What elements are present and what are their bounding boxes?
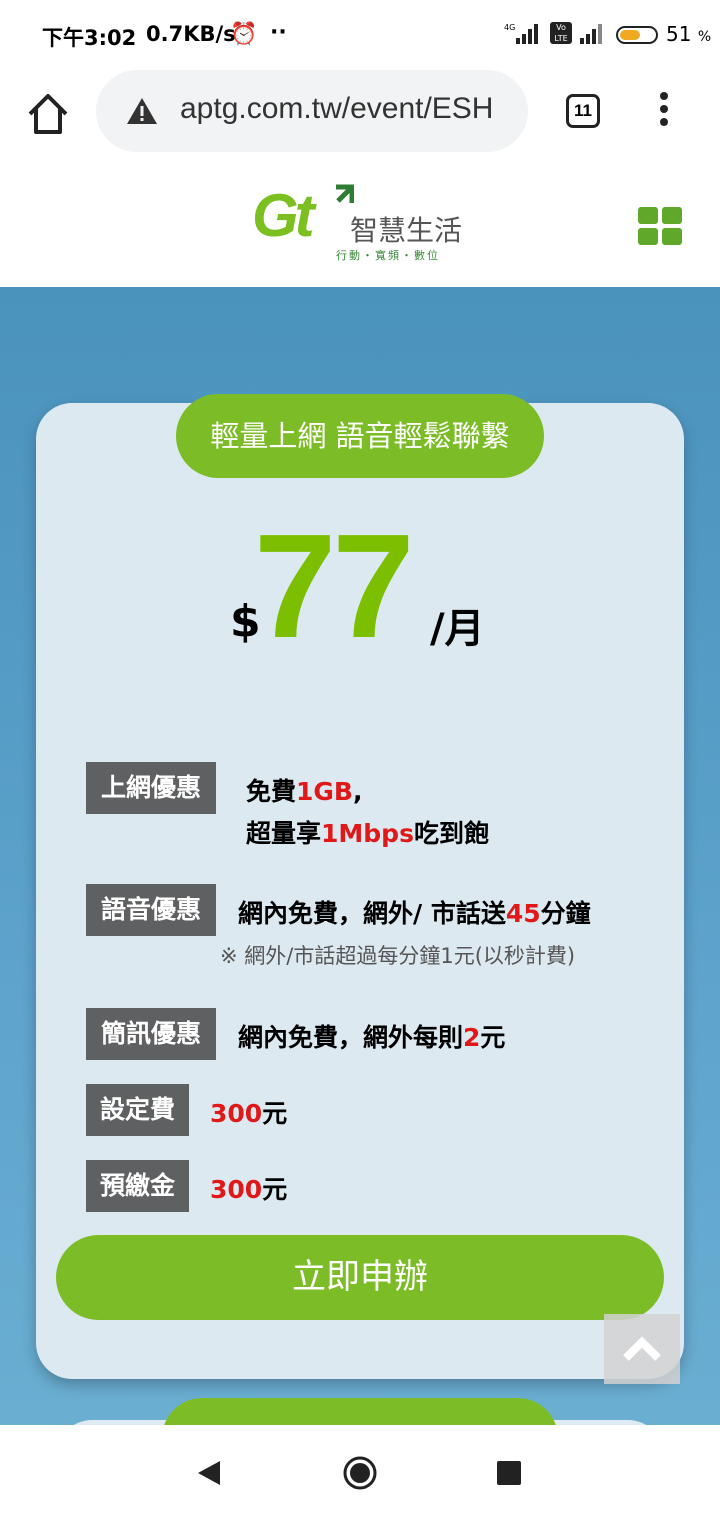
recent-apps-icon[interactable] — [497, 1461, 521, 1485]
price-amount: 77 — [254, 504, 415, 669]
notification-dots: ·· — [270, 20, 287, 45]
warning-icon[interactable] — [126, 96, 158, 126]
price-unit: /月 — [430, 606, 485, 652]
battery-percent: 51 % — [666, 22, 712, 46]
feature-tag-voice: 語音優惠 — [86, 884, 216, 936]
alarm-clock-icon: ⏰ — [230, 22, 258, 47]
back-icon[interactable] — [196, 1459, 222, 1487]
logo-arrow-icon — [336, 184, 354, 203]
status-time: 下午3:02 — [42, 26, 137, 50]
system-nav-bar — [0, 1425, 720, 1520]
feature-tag-data: 上網優惠 — [86, 762, 216, 814]
plan-title: 輕量上網 語音輕鬆聯繫 — [176, 394, 544, 478]
signal-icon — [580, 24, 602, 44]
browser-toolbar: aptg.com.tw/event/ESH 11 — [0, 70, 720, 168]
home-icon[interactable] — [24, 90, 72, 138]
feature-setup-fee-text: 300元 — [210, 1099, 288, 1128]
feature-voice-text: 網內免費，網外/ 市話送45分鐘 — [238, 899, 591, 928]
volte-icon: Vo LTE — [550, 22, 572, 44]
home-circle-icon[interactable] — [342, 1455, 378, 1491]
url-text[interactable]: aptg.com.tw/event/ESH — [180, 92, 493, 126]
tab-switcher-button[interactable]: 11 — [566, 94, 600, 128]
network-type-label: 4G — [504, 23, 515, 32]
status-bar: 下午3:02 0.7KB/s ⏰ ·· 4G Vo LTE 51 % — [0, 0, 720, 70]
more-options-icon[interactable] — [654, 92, 674, 132]
chevron-up-icon — [623, 1336, 661, 1361]
feature-voice-note: ※ 網外/市話超過每分鐘1元(以秒計費) — [220, 944, 576, 968]
logo-tagline: 行動・寬頻・數位 — [336, 249, 440, 262]
signal-4g-icon: 4G — [504, 23, 538, 44]
status-network-speed: 0.7KB/s — [146, 22, 236, 46]
gt-logo[interactable]: Gt 智慧生活 行動・寬頻・數位 — [252, 181, 472, 267]
feature-sms-text: 網內免費，網外每則2元 — [238, 1023, 506, 1052]
address-bar[interactable]: aptg.com.tw/event/ESH — [96, 70, 528, 152]
feature-data-line1: 免費1GB, — [246, 777, 363, 806]
feature-tag-sms: 簡訊優惠 — [86, 1008, 216, 1060]
feature-tag-setup-fee: 設定費 — [86, 1084, 189, 1136]
grid-menu-icon[interactable] — [638, 207, 682, 245]
feature-data-line2: 超量享1Mbps吃到飽 — [246, 819, 489, 848]
apply-now-button[interactable]: 立即申辦 — [56, 1235, 664, 1320]
logo-mark: Gt — [252, 182, 315, 249]
feature-prepayment-text: 300元 — [210, 1175, 288, 1204]
battery-icon — [616, 26, 658, 44]
feature-tag-prepayment: 預繳金 — [86, 1160, 189, 1212]
site-header: Gt 智慧生活 行動・寬頻・數位 — [0, 167, 720, 287]
banner-heading-cropped: ▀▀▀▀▀ — [100, 287, 499, 321]
logo-name: 智慧生活 — [350, 214, 463, 247]
back-to-top-button[interactable] — [604, 1314, 680, 1384]
